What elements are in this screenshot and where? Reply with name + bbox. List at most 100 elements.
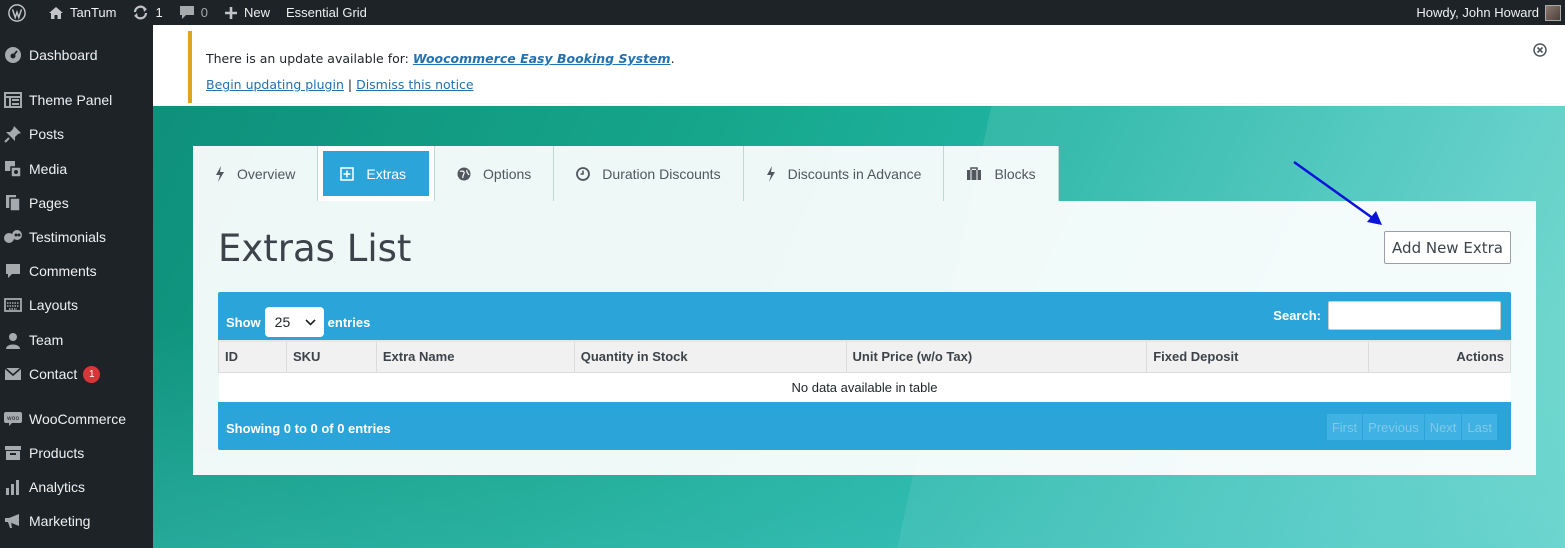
add-new-extra-button[interactable]: Add New Extra [1384,231,1511,264]
tab-options[interactable]: Options [435,146,555,201]
sidebar-item-team[interactable]: Team [0,325,153,355]
column-header-id[interactable]: ID [218,340,287,373]
sidebar-item-testimonials[interactable]: Testimonials [0,222,153,252]
archive-icon [3,443,23,463]
dashboard-icon [3,45,23,65]
tab-extras[interactable]: Extras [318,146,436,201]
pin-icon [3,124,23,144]
sidebar-item-posts[interactable]: Posts [0,119,153,149]
bar-chart-icon [3,477,23,497]
dismiss-notice-link[interactable]: Dismiss this notice [356,77,474,92]
mail-icon [3,364,23,384]
wordpress-icon [8,3,26,22]
sidebar-item-contact[interactable]: Contact 1 [0,359,153,389]
tab-duration-discounts[interactable]: Duration Discounts [554,146,744,201]
settings-tabs: Overview Extras Options Duration Discoun… [193,146,1059,201]
sidebar-item-label: Products [29,445,85,461]
sidebar-item-dashboard[interactable]: Dashboard [0,40,153,70]
pager-next-button[interactable]: Next [1424,414,1463,440]
sidebar-item-products[interactable]: Products [0,438,153,468]
notice-prefix: There is an update available for: [206,51,413,66]
tab-overview[interactable]: Overview [193,146,319,201]
sidebar-item-label: Posts [29,126,65,142]
close-notice-button[interactable] [1533,43,1547,60]
sidebar-item-woocommerce[interactable]: woo WooCommerce [0,404,153,434]
sidebar-item-theme-panel[interactable]: Theme Panel [0,85,153,115]
pagination: First Previous Next Last [1326,414,1498,440]
essential-grid-link[interactable]: Essential Grid [278,0,375,25]
tab-extras-active: Extras [323,151,430,196]
sidebar-item-label: Analytics [29,479,86,495]
extras-table: ID SKU Extra Name Quantity in Stock Unit… [218,340,1511,404]
new-content-link[interactable]: New [216,0,278,25]
sidebar-item-label: Contact [29,366,78,382]
table-search: Search: [1273,301,1501,330]
search-label: Search: [1273,308,1321,323]
howdy-text: Howdy, John Howard [1416,5,1539,20]
sidebar-item-label: WooCommerce [29,411,126,427]
notice-actions: Begin updating plugin | Dismiss this not… [206,77,474,92]
avatar [1545,4,1561,21]
column-header-fixed-deposit[interactable]: Fixed Deposit [1146,340,1370,373]
sidebar-item-analytics[interactable]: Analytics [0,472,153,502]
megaphone-icon [3,511,23,531]
comments-link[interactable]: 0 [171,0,216,25]
essential-grid-label: Essential Grid [285,5,367,20]
tab-label: Duration Discounts [602,165,721,182]
plugin-name-link[interactable]: Woocommerce Easy Booking System [413,51,671,66]
column-header-unit-price[interactable]: Unit Price (w/o Tax) [845,340,1148,373]
sidebar-item-layouts[interactable]: Layouts [0,290,153,320]
begin-update-link[interactable]: Begin updating plugin [206,77,344,92]
table-header-row: ID SKU Extra Name Quantity in Stock Unit… [218,340,1511,373]
bolt-icon [766,165,775,182]
comment-bubble-icon [179,6,194,19]
testimonials-icon [3,227,23,247]
pager-last-button[interactable]: Last [1462,414,1498,440]
extras-panel: Extras List Add New Extra Show 25 entrie… [193,201,1536,475]
search-input[interactable] [1328,301,1501,330]
column-header-extra-name[interactable]: Extra Name [375,340,575,373]
briefcase-icon [967,166,982,180]
site-name: TanTum [70,5,117,20]
pager-first-button[interactable]: First [1326,414,1364,440]
updates-count: 1 [155,5,163,20]
refresh-icon [134,5,148,20]
sidebar-item-pages[interactable]: Pages [0,188,153,218]
sidebar-item-label: Layouts [29,297,79,313]
sidebar-item-label: Theme Panel [29,92,113,108]
entries-per-page-select[interactable]: 25 [264,307,324,337]
plus-icon [224,6,237,19]
my-account-link[interactable]: Howdy, John Howard [1416,0,1565,25]
wordpress-logo[interactable] [0,0,40,25]
new-label: New [243,5,270,20]
column-header-sku[interactable]: SKU [285,340,377,373]
tab-blocks[interactable]: Blocks [944,146,1059,201]
pager-previous-button[interactable]: Previous [1363,414,1425,440]
sidebar-item-label: Dashboard [29,47,98,63]
svg-text:woo: woo [7,415,20,422]
sidebar-item-label: Media [29,161,68,177]
sidebar-item-comments[interactable]: Comments [0,256,153,286]
tab-label: Options [483,165,532,182]
tab-label: Blocks [994,165,1036,182]
woo-icon: woo [3,409,23,429]
comment-icon [3,261,23,281]
site-name-link[interactable]: TanTum [40,0,124,25]
notice-message: There is an update available for: Woocom… [206,51,675,66]
clock-icon [576,166,591,181]
tab-label: Overview [237,165,296,182]
tab-discounts-in-advance[interactable]: Discounts in Advance [743,146,945,201]
plus-square-icon [340,166,355,181]
sidebar-item-label: Testimonials [29,229,107,245]
column-header-quantity[interactable]: Quantity in Stock [573,340,847,373]
updates-link[interactable]: 1 [124,0,170,25]
entries-label: entries [327,314,371,330]
extras-data-table: Show 25 entries Search: ID SKU Extra Nam… [218,292,1511,450]
sidebar-item-marketing[interactable]: Marketing [0,506,153,536]
keyboard-icon [3,295,23,315]
admin-sidebar: Dashboard Theme Panel Posts Media Pages … [0,25,153,548]
close-circle-icon [1533,43,1547,57]
sidebar-item-media[interactable]: Media [0,154,153,184]
home-icon [49,6,63,19]
table-toolbar: Show 25 entries Search: [218,292,1511,340]
